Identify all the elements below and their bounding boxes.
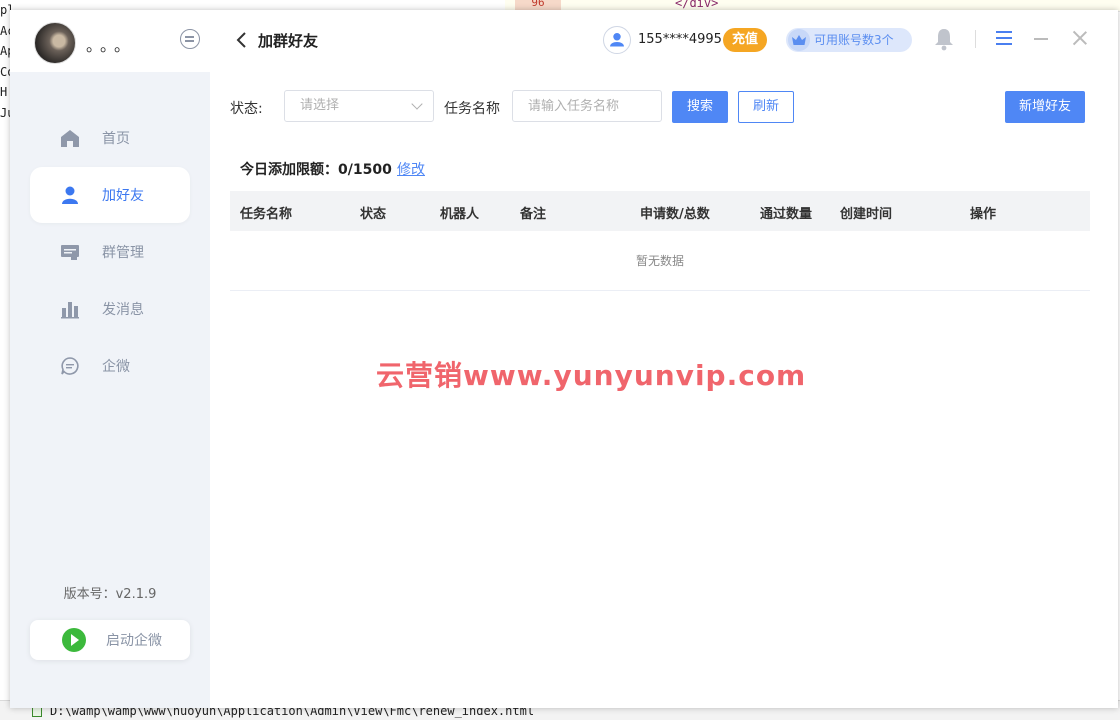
user-avatar-icon[interactable] <box>603 26 631 54</box>
column-header: 任务名称 <box>240 207 293 222</box>
sidebar-item-wecom[interactable]: 企微 <box>30 338 190 394</box>
sidebar-profile: 。。。 <box>10 10 210 72</box>
main-content: 状态: 请选择 任务名称 搜索 刷新 新增好友 今日添加限额：0/1500 修改… <box>210 72 1118 708</box>
task-name-input[interactable] <box>512 90 662 122</box>
edit-limit-link[interactable]: 修改 <box>397 159 425 179</box>
refresh-button[interactable]: 刷新 <box>738 91 794 123</box>
table-header: 任务名称 状态 机器人 备注 申请数/总数 通过数量 创建时间 操作 <box>230 191 1090 231</box>
back-arrow-icon[interactable] <box>232 30 252 50</box>
sidebar-item-label: 加好友 <box>102 188 144 204</box>
menu-icon[interactable] <box>996 31 1012 45</box>
sidebar-item-group-manage[interactable]: 群管理 <box>30 224 190 280</box>
available-accounts-badge[interactable]: 可用账号数3个 <box>786 28 912 52</box>
sidebar-item-add-friend[interactable]: 加好友 <box>30 167 190 223</box>
available-accounts-text: 可用账号数3个 <box>814 33 894 47</box>
watermark: 云营销www.yunyunvip.com <box>376 359 807 392</box>
chevron-down-icon <box>411 98 423 110</box>
search-button[interactable]: 搜索 <box>672 91 728 123</box>
username: 。。。 <box>86 36 137 55</box>
profile-menu-icon[interactable] <box>180 29 200 49</box>
start-wecom-label: 启动企微 <box>106 633 162 649</box>
minimize-icon[interactable] <box>1034 38 1048 40</box>
sidebar-item-send-message[interactable]: 发消息 <box>30 281 190 337</box>
status-label: 状态: <box>230 101 263 117</box>
app-window: 。。。 首页 加好友 群管理 发消息 企微 版本号：v2.1.9 启动企微 加群… <box>10 10 1118 708</box>
task-name-label: 任务名称 <box>444 101 500 117</box>
status-select-placeholder: 请选择 <box>300 98 340 113</box>
crown-icon <box>788 29 810 51</box>
sidebar-item-label: 首页 <box>102 131 130 147</box>
header: 加群好友 155****4995 充值 可用账号数3个 <box>210 10 1118 72</box>
bell-icon[interactable] <box>933 27 955 51</box>
sidebar: 。。。 首页 加好友 群管理 发消息 企微 版本号：v2.1.9 启动企微 <box>10 10 210 708</box>
column-header: 操作 <box>970 207 997 222</box>
close-icon[interactable] <box>1072 30 1088 46</box>
column-header: 创建时间 <box>840 207 893 222</box>
phone-number: 155****4995 <box>638 32 722 47</box>
home-icon <box>61 130 79 147</box>
header-divider <box>975 30 976 48</box>
sidebar-item-label: 群管理 <box>102 245 144 261</box>
daily-limit-text: 今日添加限额：0/1500 <box>240 162 392 178</box>
add-friend-button[interactable]: 新增好友 <box>1005 91 1085 123</box>
chat-bubble-icon <box>61 357 79 375</box>
start-wecom-button[interactable]: 启动企微 <box>30 620 190 660</box>
column-header: 通过数量 <box>760 207 813 222</box>
column-header: 备注 <box>520 207 547 222</box>
task-table: 任务名称 状态 机器人 备注 申请数/总数 通过数量 创建时间 操作 暂无数据 <box>230 191 1090 291</box>
group-manage-icon <box>61 245 79 260</box>
column-header: 申请数/总数 <box>640 207 710 222</box>
ide-line-number: 96 <box>515 0 561 10</box>
page-title: 加群好友 <box>258 32 319 50</box>
column-header: 状态 <box>360 207 387 222</box>
empty-state: 暂无数据 <box>230 231 1090 291</box>
chart-bars-icon <box>61 302 79 319</box>
user-icon <box>62 186 78 204</box>
recharge-button[interactable]: 充值 <box>723 28 767 52</box>
sidebar-item-home[interactable]: 首页 <box>30 110 190 166</box>
column-header: 机器人 <box>440 207 480 222</box>
sidebar-item-label: 发消息 <box>102 302 144 318</box>
play-icon <box>62 628 86 652</box>
version-text: 版本号：v2.1.9 <box>63 587 157 602</box>
status-select[interactable]: 请选择 <box>284 90 434 122</box>
sidebar-item-label: 企微 <box>102 359 130 375</box>
ide-code-line: </div> <box>675 0 719 10</box>
avatar[interactable] <box>34 22 76 64</box>
